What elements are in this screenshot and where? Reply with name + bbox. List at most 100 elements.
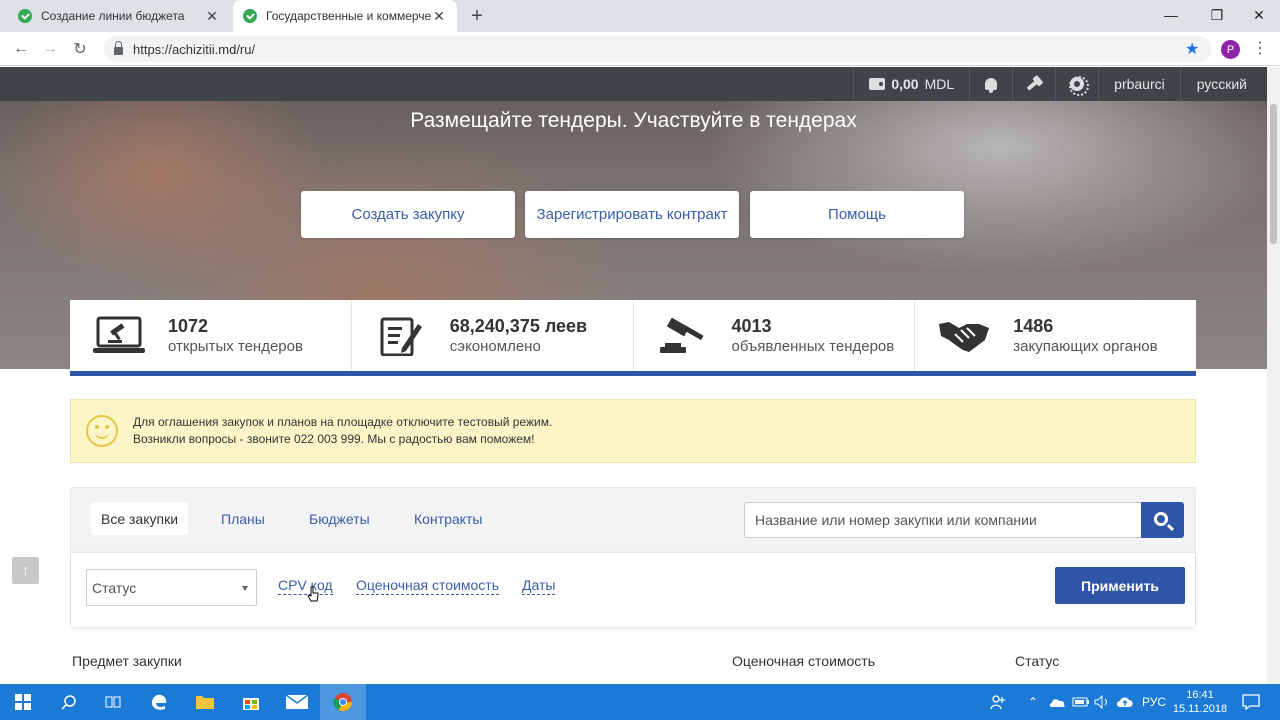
- reload-icon[interactable]: ↻: [69, 38, 91, 60]
- document-edit-icon: [374, 316, 428, 356]
- stat-value: 1486: [1013, 315, 1054, 336]
- site-favicon-icon: [243, 9, 257, 23]
- edge-browser-button[interactable]: [136, 684, 182, 720]
- scrollbar-thumb[interactable]: [1270, 104, 1277, 244]
- new-tab-button[interactable]: +: [466, 5, 488, 28]
- stat-label: объявленных тендеров: [731, 337, 895, 355]
- dates-filter[interactable]: Даты: [522, 577, 556, 595]
- clock-time: 16:41: [1186, 689, 1214, 701]
- stat-value: 68,240,375 леев: [449, 315, 588, 336]
- browser-menu-icon[interactable]: ⋮: [1252, 38, 1268, 58]
- gavel-icon: [1026, 77, 1042, 91]
- volume-icon[interactable]: [1094, 684, 1110, 720]
- tab-close-icon[interactable]: ✕: [204, 8, 220, 25]
- folder-icon: [196, 696, 214, 709]
- gear-icon: [1069, 76, 1090, 96]
- tab-budget-line[interactable]: Создание линии бюджета ✕: [8, 0, 230, 32]
- wallet-balance[interactable]: 0,00 MDL: [853, 67, 969, 101]
- hand-cursor-icon: [307, 586, 319, 602]
- store-bag-icon: [243, 698, 259, 710]
- stat-value: 1072: [168, 315, 209, 336]
- settings-button[interactable]: [1055, 67, 1098, 101]
- test-mode-notice: Для оглашения закупок и планов на площад…: [70, 399, 1196, 463]
- handshake-icon: [937, 316, 991, 356]
- chrome-icon: [333, 693, 352, 712]
- smiley-icon: [86, 415, 118, 447]
- tab-all-procurements[interactable]: Все закупки: [91, 502, 189, 535]
- column-header-subject: Предмет закупки: [72, 653, 182, 669]
- apply-button[interactable]: Применить: [1055, 567, 1185, 604]
- search-button[interactable]: [1141, 502, 1184, 538]
- chevron-up-icon[interactable]: ⌃: [1028, 684, 1038, 720]
- language-selector[interactable]: русский: [1179, 67, 1267, 101]
- hero-title: Размещайте тендеры. Участвуйте в тендера…: [410, 109, 857, 132]
- site-favicon-icon: [18, 9, 32, 23]
- column-header-value: Оценочная стоимость: [732, 653, 876, 669]
- minimize-button[interactable]: —: [1148, 0, 1194, 30]
- system-clock[interactable]: 16:41 15.11.2018: [1170, 688, 1230, 716]
- clock-date: 15.11.2018: [1172, 703, 1228, 715]
- chevron-down-icon: [242, 586, 248, 591]
- profile-avatar[interactable]: P: [1221, 40, 1240, 59]
- windows-logo-icon: [15, 694, 31, 710]
- page-viewport: 0,00 MDL prbaurci русский Размещайте тен…: [0, 67, 1267, 684]
- bookmark-star-icon[interactable]: ★: [1185, 39, 1199, 59]
- address-bar[interactable]: https://achizitii.md/ru/: [104, 36, 1212, 62]
- notice-line: Для оглашения закупок и планов на площад…: [133, 415, 553, 429]
- auctions-button[interactable]: [1012, 67, 1055, 101]
- stat-value: 4013: [731, 315, 772, 336]
- balance-currency: MDL: [924, 76, 955, 92]
- tab-title: Создание линии бюджета: [41, 9, 185, 23]
- procurement-filter-panel: Все закупки Планы Бюджеты Контракты Стат…: [70, 487, 1196, 627]
- laptop-gavel-icon: [92, 316, 146, 356]
- search-input[interactable]: [744, 502, 1142, 538]
- wallet-icon: [869, 78, 886, 90]
- battery-icon[interactable]: [1072, 684, 1090, 720]
- estimated-value-filter[interactable]: Оценочная стоимость: [356, 577, 500, 595]
- tab-budgets[interactable]: Бюджеты: [299, 502, 380, 535]
- stat-procuring-bodies: 1486 закупающих органов: [915, 300, 1196, 371]
- stat-label: открытых тендеров: [168, 337, 303, 355]
- back-arrow-icon[interactable]: ←: [10, 38, 32, 60]
- people-icon[interactable]: [990, 684, 1006, 720]
- mail-button[interactable]: [274, 684, 320, 720]
- mail-icon: [286, 695, 308, 709]
- input-language-indicator[interactable]: РУС: [1142, 684, 1166, 720]
- browser-tab-strip: Создание линии бюджета ✕ Государственные…: [0, 0, 1280, 32]
- search-icon: [61, 695, 76, 710]
- stat-saved: 68,240,375 леев сэкономлено: [352, 300, 634, 371]
- store-button[interactable]: [228, 684, 274, 720]
- tab-contracts[interactable]: Контракты: [404, 502, 492, 535]
- stat-open-tenders: 1072 открытых тендеров: [70, 300, 352, 371]
- tab-close-icon[interactable]: ✕: [431, 8, 447, 25]
- bell-icon: [985, 78, 998, 93]
- start-button[interactable]: [0, 684, 46, 720]
- notifications-button[interactable]: [969, 67, 1012, 101]
- notification-center-icon[interactable]: [1242, 684, 1260, 720]
- page-scrollbar[interactable]: [1267, 67, 1280, 684]
- chrome-taskbar-button[interactable]: [320, 684, 366, 720]
- search-icon: [1154, 511, 1168, 526]
- window-close-button[interactable]: ✕: [1236, 0, 1280, 30]
- url-text: https://achizitii.md/ru/: [133, 41, 256, 57]
- register-contract-button[interactable]: Зарегистрировать контракт: [525, 191, 739, 238]
- cpv-code-filter[interactable]: CPV код: [278, 577, 333, 595]
- taskbar-search-button[interactable]: [46, 684, 92, 720]
- tab-plans[interactable]: Планы: [211, 502, 275, 535]
- scroll-to-top-button[interactable]: ↑: [12, 557, 39, 584]
- create-procurement-button[interactable]: Создать закупку: [301, 191, 515, 238]
- forward-arrow-icon[interactable]: →: [39, 38, 61, 60]
- stat-label: сэкономлено: [449, 337, 541, 355]
- file-explorer-button[interactable]: [182, 684, 228, 720]
- maximize-button[interactable]: ❐: [1194, 0, 1240, 30]
- onedrive-icon[interactable]: [1048, 684, 1066, 720]
- task-view-icon: [105, 696, 121, 708]
- status-select[interactable]: Статус: [86, 569, 257, 606]
- tab-procurement[interactable]: Государственные и коммерческие закупки ✕: [233, 0, 457, 32]
- task-view-button[interactable]: [90, 684, 136, 720]
- cloud-upload-icon[interactable]: [1116, 684, 1134, 720]
- notice-line: Возникли вопросы - звоните 022 003 999. …: [133, 432, 535, 446]
- help-button[interactable]: Помощь: [750, 191, 964, 238]
- browser-toolbar: ← → ↻ https://achizitii.md/ru/ ★ P ⋮: [0, 32, 1280, 66]
- user-menu[interactable]: prbaurci: [1098, 67, 1180, 101]
